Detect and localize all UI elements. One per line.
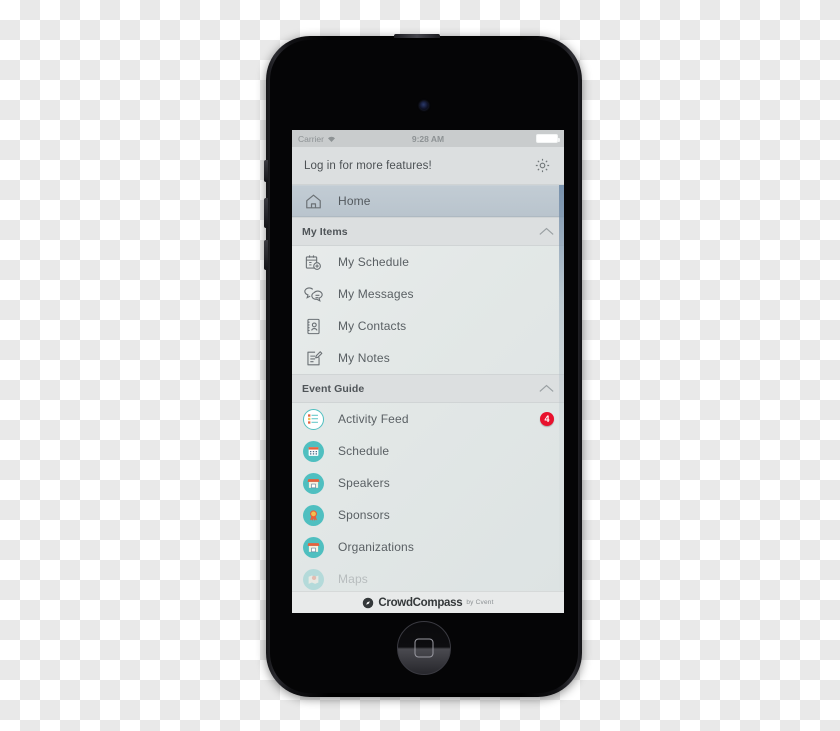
brand-name: CrowdCompass	[378, 596, 463, 609]
sidebar-item-label: Activity Feed	[338, 412, 409, 426]
phone-bezel: Carrier 9:28 AM Log in for more features…	[270, 40, 578, 693]
sidebar-item-label: My Contacts	[338, 319, 407, 333]
contact-card-icon	[302, 317, 324, 336]
home-button[interactable]	[397, 621, 451, 675]
battery-icon	[536, 134, 560, 143]
sidebar-item-label: Schedule	[338, 444, 390, 458]
brand-footer: CrowdCompass by Cvent	[292, 591, 564, 613]
phone-device: Carrier 9:28 AM Log in for more features…	[264, 34, 582, 697]
sidebar-item-label: My Notes	[338, 351, 390, 365]
sidebar-item-my-notes[interactable]: My Notes	[292, 342, 564, 374]
storefront-icon	[302, 536, 324, 558]
activity-feed-icon	[302, 408, 324, 430]
section-title: Event Guide	[302, 382, 365, 395]
section-title: My Items	[302, 225, 348, 238]
sidebar-item-my-contacts[interactable]: My Contacts	[292, 310, 564, 342]
gear-icon[interactable]	[532, 156, 552, 176]
chevron-up-icon[interactable]	[539, 223, 554, 241]
app-header: Log in for more features!	[292, 147, 564, 185]
sidebar-item-label: Sponsors	[338, 508, 390, 522]
chevron-up-icon[interactable]	[539, 380, 554, 398]
sidebar-item-label: My Schedule	[338, 255, 410, 269]
sidebar-item-label: Organizations	[338, 540, 414, 554]
sidebar-item-home[interactable]: Home	[292, 185, 564, 217]
sidebar-item-my-messages[interactable]: My Messages	[292, 278, 564, 310]
sidebar-item-label: My Messages	[338, 287, 414, 301]
sidebar-item-label: Speakers	[338, 476, 390, 490]
storefront-icon	[302, 472, 324, 494]
brand-byline: by Cvent	[466, 599, 494, 606]
power-button[interactable]	[394, 34, 440, 38]
chat-bubbles-icon	[302, 285, 324, 304]
calendar-icon	[302, 440, 324, 462]
compass-icon	[363, 597, 374, 608]
sidebar-item-sponsors[interactable]: Sponsors	[292, 499, 564, 531]
sidebar-item-maps[interactable]: Maps	[292, 563, 564, 591]
map-pin-icon	[302, 568, 324, 590]
home-button-glyph	[414, 638, 434, 658]
phone-screen: Carrier 9:28 AM Log in for more features…	[292, 130, 564, 613]
award-ribbon-icon	[302, 504, 324, 526]
note-pencil-icon	[302, 349, 324, 368]
login-prompt[interactable]: Log in for more features!	[304, 160, 432, 172]
volume-down-button[interactable]	[264, 240, 268, 270]
sidebar-item-label: Maps	[338, 572, 368, 586]
home-icon	[302, 192, 324, 211]
sidebar-item-my-schedule[interactable]: My Schedule	[292, 246, 564, 278]
sidebar-item-speakers[interactable]: Speakers	[292, 467, 564, 499]
volume-up-button[interactable]	[264, 198, 268, 228]
sidebar-item-schedule[interactable]: Schedule	[292, 435, 564, 467]
silent-switch[interactable]	[264, 160, 268, 182]
sidebar-item-organizations[interactable]: Organizations	[292, 531, 564, 563]
drawer-edge-shadow	[559, 185, 564, 591]
navigation-drawer[interactable]: Home My Items My Schedule My Messages My…	[292, 185, 564, 591]
status-badge: 4	[540, 412, 554, 426]
section-header-my-items[interactable]: My Items	[292, 217, 564, 246]
status-bar: Carrier 9:28 AM	[292, 130, 564, 147]
section-header-event-guide[interactable]: Event Guide	[292, 374, 564, 403]
front-camera-icon	[419, 101, 429, 110]
canvas: Carrier 9:28 AM Log in for more features…	[0, 0, 840, 731]
clock: 9:28 AM	[411, 133, 445, 144]
sidebar-item-activity-feed[interactable]: Activity Feed 4	[292, 403, 564, 435]
sidebar-item-label: Home	[338, 194, 371, 208]
calendar-add-icon	[302, 253, 324, 272]
